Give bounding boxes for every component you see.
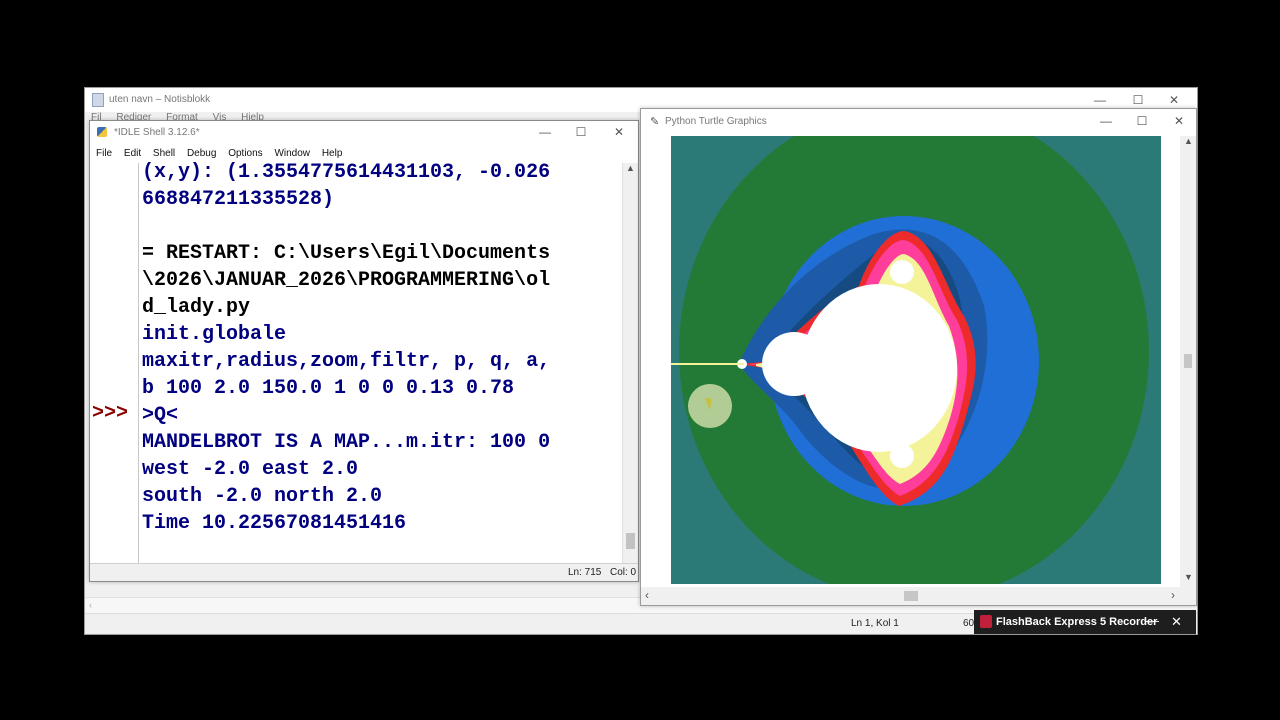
shell-line: init.globale	[142, 323, 287, 346]
idle-shell-window: *IDLE Shell 3.12.6* — ☐ ✕ File Edit Shel…	[89, 120, 639, 582]
notepad-app-icon	[92, 93, 104, 107]
idle-title: *IDLE Shell 3.12.6*	[114, 127, 200, 138]
idle-menu-window[interactable]: Window	[274, 148, 310, 159]
shell-line: maxitr,radius,zoom,filtr, p, q, a,	[142, 350, 551, 373]
scroll-right-arrow-icon[interactable]: ›	[1171, 588, 1175, 602]
turtle-titlebar[interactable]: ✎ Python Turtle Graphics — ☐ ✕	[641, 109, 1196, 135]
shell-line: 668847211335528)	[142, 188, 335, 211]
scroll-left-arrow-icon[interactable]: ‹	[89, 600, 92, 610]
idle-line-number: Ln: 715	[568, 567, 602, 578]
shell-line: >Q<	[142, 404, 179, 427]
scroll-left-arrow-icon[interactable]: ‹	[645, 588, 649, 602]
idle-menu-options[interactable]: Options	[228, 148, 262, 159]
idle-menu-help[interactable]: Help	[322, 148, 343, 159]
flashback-recorder-bar[interactable]: FlashBack Express 5 Recorder — ✕	[974, 610, 1196, 634]
idle-scroll-thumb[interactable]	[626, 533, 635, 549]
idle-vertical-scrollbar[interactable]: ▲	[622, 163, 638, 563]
idle-menu-debug[interactable]: Debug	[187, 148, 216, 159]
idle-menu-edit[interactable]: Edit	[124, 148, 141, 159]
notepad-zoom-level: 60	[963, 618, 975, 629]
scroll-down-arrow-icon[interactable]: ▼	[1184, 572, 1193, 582]
idle-titlebar[interactable]: *IDLE Shell 3.12.6* — ☐ ✕	[90, 121, 638, 145]
notepad-title: uten navn – Notisblokk	[109, 94, 211, 105]
turtle-vscroll-thumb[interactable]	[1184, 354, 1192, 368]
shell-line: MANDELBROT IS A MAP...m.itr: 100 0	[142, 431, 551, 454]
shell-line: d_lady.py	[142, 296, 251, 319]
mandelbrot-drawing	[644, 136, 1178, 584]
notepad-cursor-position: Ln 1, Kol 1	[851, 618, 899, 629]
shell-line: west -2.0 east 2.0	[142, 458, 359, 481]
flashback-label: FlashBack Express 5 Recorder	[996, 616, 1158, 628]
shell-line: south -2.0 north 2.0	[142, 485, 383, 508]
idle-close-button[interactable]: ✕	[596, 117, 642, 147]
shell-output[interactable]: (x,y): (1.3554775614431103, -0.026 66884…	[142, 159, 618, 563]
shell-line: Time 10.22567081451416	[142, 512, 407, 535]
idle-statusbar: Ln: 715 Col: 0	[90, 563, 638, 581]
turtle-graphics-window: ✎ Python Turtle Graphics — ☐ ✕ ▲ ▼ ‹ ›	[640, 108, 1197, 606]
flashback-logo-icon	[980, 615, 992, 628]
shell-line: \2026\JANUAR_2026\PROGRAMMERING\ol	[142, 269, 551, 292]
turtle-vertical-scrollbar[interactable]: ▲ ▼	[1180, 136, 1196, 588]
flashback-close-button[interactable]: ✕	[1171, 614, 1182, 630]
turtle-hscroll-thumb[interactable]	[904, 591, 918, 601]
feather-icon: ✎	[650, 116, 660, 128]
idle-python-icon	[97, 127, 107, 137]
idle-menu-shell[interactable]: Shell	[153, 148, 175, 159]
turtle-close-button[interactable]: ✕	[1156, 106, 1202, 136]
turtle-title: Python Turtle Graphics	[665, 116, 767, 127]
flashback-minimize-button[interactable]: —	[1146, 613, 1159, 628]
turtle-horizontal-scrollbar[interactable]: ‹ ›	[641, 587, 1196, 605]
idle-menu-file[interactable]: File	[96, 148, 112, 159]
shell-line: b 100 2.0 150.0 1 0 0 0.13 0.78	[142, 377, 515, 400]
shell-line: (x,y): (1.3554775614431103, -0.026	[142, 161, 551, 184]
scroll-up-arrow-icon[interactable]: ▲	[626, 163, 635, 173]
idle-prompt-gutter: >>>	[90, 163, 139, 563]
scroll-up-arrow-icon[interactable]: ▲	[1184, 136, 1193, 146]
turtle-canvas[interactable]	[644, 136, 1178, 584]
shell-prompt: >>>	[92, 402, 129, 425]
shell-line: = RESTART: C:\Users\Egil\Documents	[142, 242, 551, 265]
idle-column-number: Col: 0	[610, 567, 637, 578]
